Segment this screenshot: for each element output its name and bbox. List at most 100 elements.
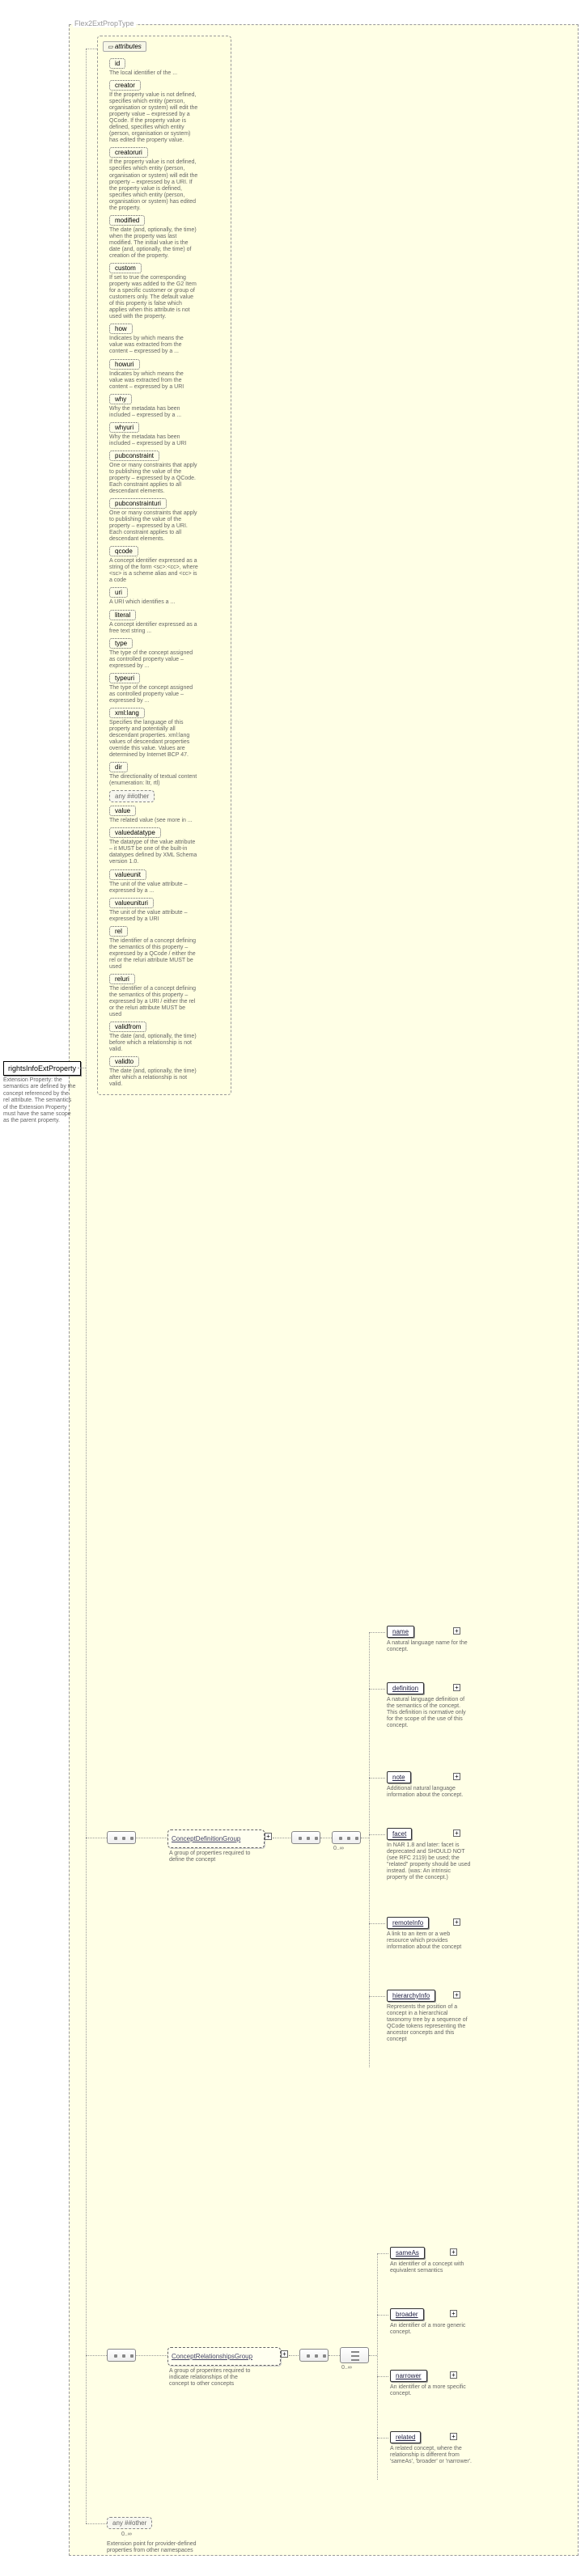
attribute-desc: The identifier of a concept defining the…	[109, 986, 198, 1018]
element-name: note	[392, 1774, 405, 1781]
concept-definition-group[interactable]: ConceptDefinitionGroup	[167, 1829, 265, 1848]
attribute-name: whyuri	[109, 422, 139, 433]
attribute-desc: If set to true the corresponding propert…	[109, 275, 198, 320]
attribute-name: valueunituri	[109, 898, 154, 908]
occurrence: 0..∞	[121, 2532, 132, 2537]
connector	[136, 2355, 167, 2356]
attribute-name: dir	[109, 762, 128, 772]
concept-relationships-group[interactable]: ConceptRelationshipsGroup	[167, 2347, 281, 2366]
attribute-item: literal	[109, 610, 226, 620]
attribute-item: dir	[109, 762, 226, 772]
attribute-item: valuedatatype	[109, 827, 226, 838]
expand-icon[interactable]: +	[453, 1991, 460, 1999]
attribute-name: howuri	[109, 359, 140, 370]
expand-icon[interactable]: +	[453, 1773, 460, 1780]
expand-icon[interactable]: +	[453, 1829, 460, 1837]
attribute-item: typeuri	[109, 673, 226, 683]
attribute-desc: Indicates by which means the value was e…	[109, 336, 198, 355]
connector	[369, 1996, 385, 1997]
expand-icon[interactable]: +	[453, 1918, 460, 1926]
expand-icon[interactable]: +	[450, 2433, 457, 2440]
connector	[86, 2523, 107, 2524]
attribute-name: uri	[109, 587, 128, 598]
element-desc: An identifier of a more generic concept.	[390, 2323, 475, 2336]
attribute-item: type	[109, 638, 226, 649]
element-name: narrower	[396, 2372, 422, 2379]
element-desc: In NAR 1.8 and later: facet is deprecate…	[387, 1842, 472, 1881]
attributes-box: ▭ attributes idThe local identifier of t…	[97, 36, 231, 1095]
attribute-item: whyuri	[109, 422, 226, 433]
attribute-item: valueunit	[109, 869, 226, 880]
attribute-name: why	[109, 394, 132, 404]
choice-compositor	[340, 2347, 369, 2363]
attribute-item: rel	[109, 926, 226, 937]
expand-icon[interactable]: +	[450, 2371, 457, 2379]
element-related[interactable]: related	[390, 2431, 421, 2443]
connector	[377, 2253, 378, 2480]
element-name[interactable]: name	[387, 1626, 414, 1638]
attribute-desc: The unit of the value attribute – expres…	[109, 882, 198, 895]
element-facet[interactable]: facet	[387, 1828, 412, 1840]
attribute-name: literal	[109, 610, 136, 620]
connector	[289, 2355, 299, 2356]
element-hierarchyinfo[interactable]: hierarchyInfo	[387, 1990, 435, 2002]
element-narrower[interactable]: narrower	[390, 2370, 427, 2382]
attribute-name: valueunit	[109, 869, 146, 880]
attribute-name: xml:lang	[109, 708, 145, 718]
element-desc: A link to an item or a web resource whic…	[387, 1931, 472, 1951]
sequence-compositor	[299, 2349, 329, 2362]
expand-icon[interactable]: +	[453, 1627, 460, 1635]
attribute-item: validto	[109, 1056, 226, 1067]
attribute-desc: The unit of the value attribute – expres…	[109, 910, 198, 923]
connector	[369, 1689, 385, 1690]
element-sameas[interactable]: sameAs	[390, 2247, 425, 2259]
group-label: ConceptDefinitionGroup	[172, 1835, 240, 1842]
attribute-item: validfrom	[109, 1022, 226, 1032]
element-desc: Represents the position of a concept in …	[387, 2004, 472, 2043]
connector	[377, 2253, 388, 2254]
connector	[86, 2355, 107, 2356]
connector	[377, 2376, 388, 2377]
attribute-desc: If the property value is not defined, sp…	[109, 92, 198, 144]
root-element: rightsInfoExtProperty	[3, 1061, 81, 1076]
sequence-compositor	[107, 2349, 136, 2362]
connector	[369, 1778, 385, 1779]
attribute-desc: If the property value is not defined, sp…	[109, 159, 198, 211]
attribute-name: qcode	[109, 546, 138, 556]
attribute-desc: The date (and, optionally, the time) aft…	[109, 1068, 198, 1088]
attribute-name: validfrom	[109, 1022, 146, 1032]
connector	[369, 1632, 385, 1633]
attribute-name: custom	[109, 263, 142, 273]
sequence-compositor	[291, 1831, 320, 1844]
attribute-name: pubconstrainturi	[109, 498, 167, 509]
expand-icon[interactable]: +	[450, 2310, 457, 2317]
attribute-item: uri	[109, 587, 226, 598]
attribute-desc: The type of the concept assigned as cont…	[109, 650, 198, 670]
attribute-item: valueunituri	[109, 898, 226, 908]
element-note[interactable]: note	[387, 1771, 411, 1783]
expand-icon[interactable]: +	[281, 2350, 288, 2358]
attribute-desc: The type of the concept assigned as cont…	[109, 685, 198, 704]
attribute-name: creatoruri	[109, 147, 148, 158]
attribute-name: creator	[109, 80, 141, 91]
element-broader[interactable]: broader	[390, 2308, 424, 2320]
expand-icon[interactable]: +	[265, 1833, 272, 1840]
attribute-desc: A URI which identifies a ...	[109, 599, 198, 606]
element-name: facet	[392, 1830, 406, 1838]
attribute-desc: Specifies the language of this property …	[109, 720, 198, 759]
element-desc: An identifier of a concept with equivale…	[390, 2261, 475, 2274]
attribute-desc: One or many constraints that apply to pu…	[109, 463, 198, 495]
attribute-item: howuri	[109, 359, 226, 370]
element-definition[interactable]: definition	[387, 1682, 424, 1694]
expand-icon[interactable]: +	[453, 1684, 460, 1691]
expand-icon[interactable]: +	[450, 2248, 457, 2256]
element-desc: An identifier of a more specific concept…	[390, 2384, 475, 2397]
attributes-title: ▭ attributes	[103, 41, 146, 52]
element-name: hierarchyInfo	[392, 1992, 430, 1999]
attribute-desc: One or many constraints that apply to pu…	[109, 510, 198, 543]
element-desc: Additional natural language information …	[387, 1786, 472, 1799]
attribute-name: id	[109, 58, 125, 69]
connector	[377, 2438, 388, 2439]
element-remoteinfo[interactable]: remoteInfo	[387, 1917, 429, 1929]
attribute-item: modified	[109, 215, 226, 226]
